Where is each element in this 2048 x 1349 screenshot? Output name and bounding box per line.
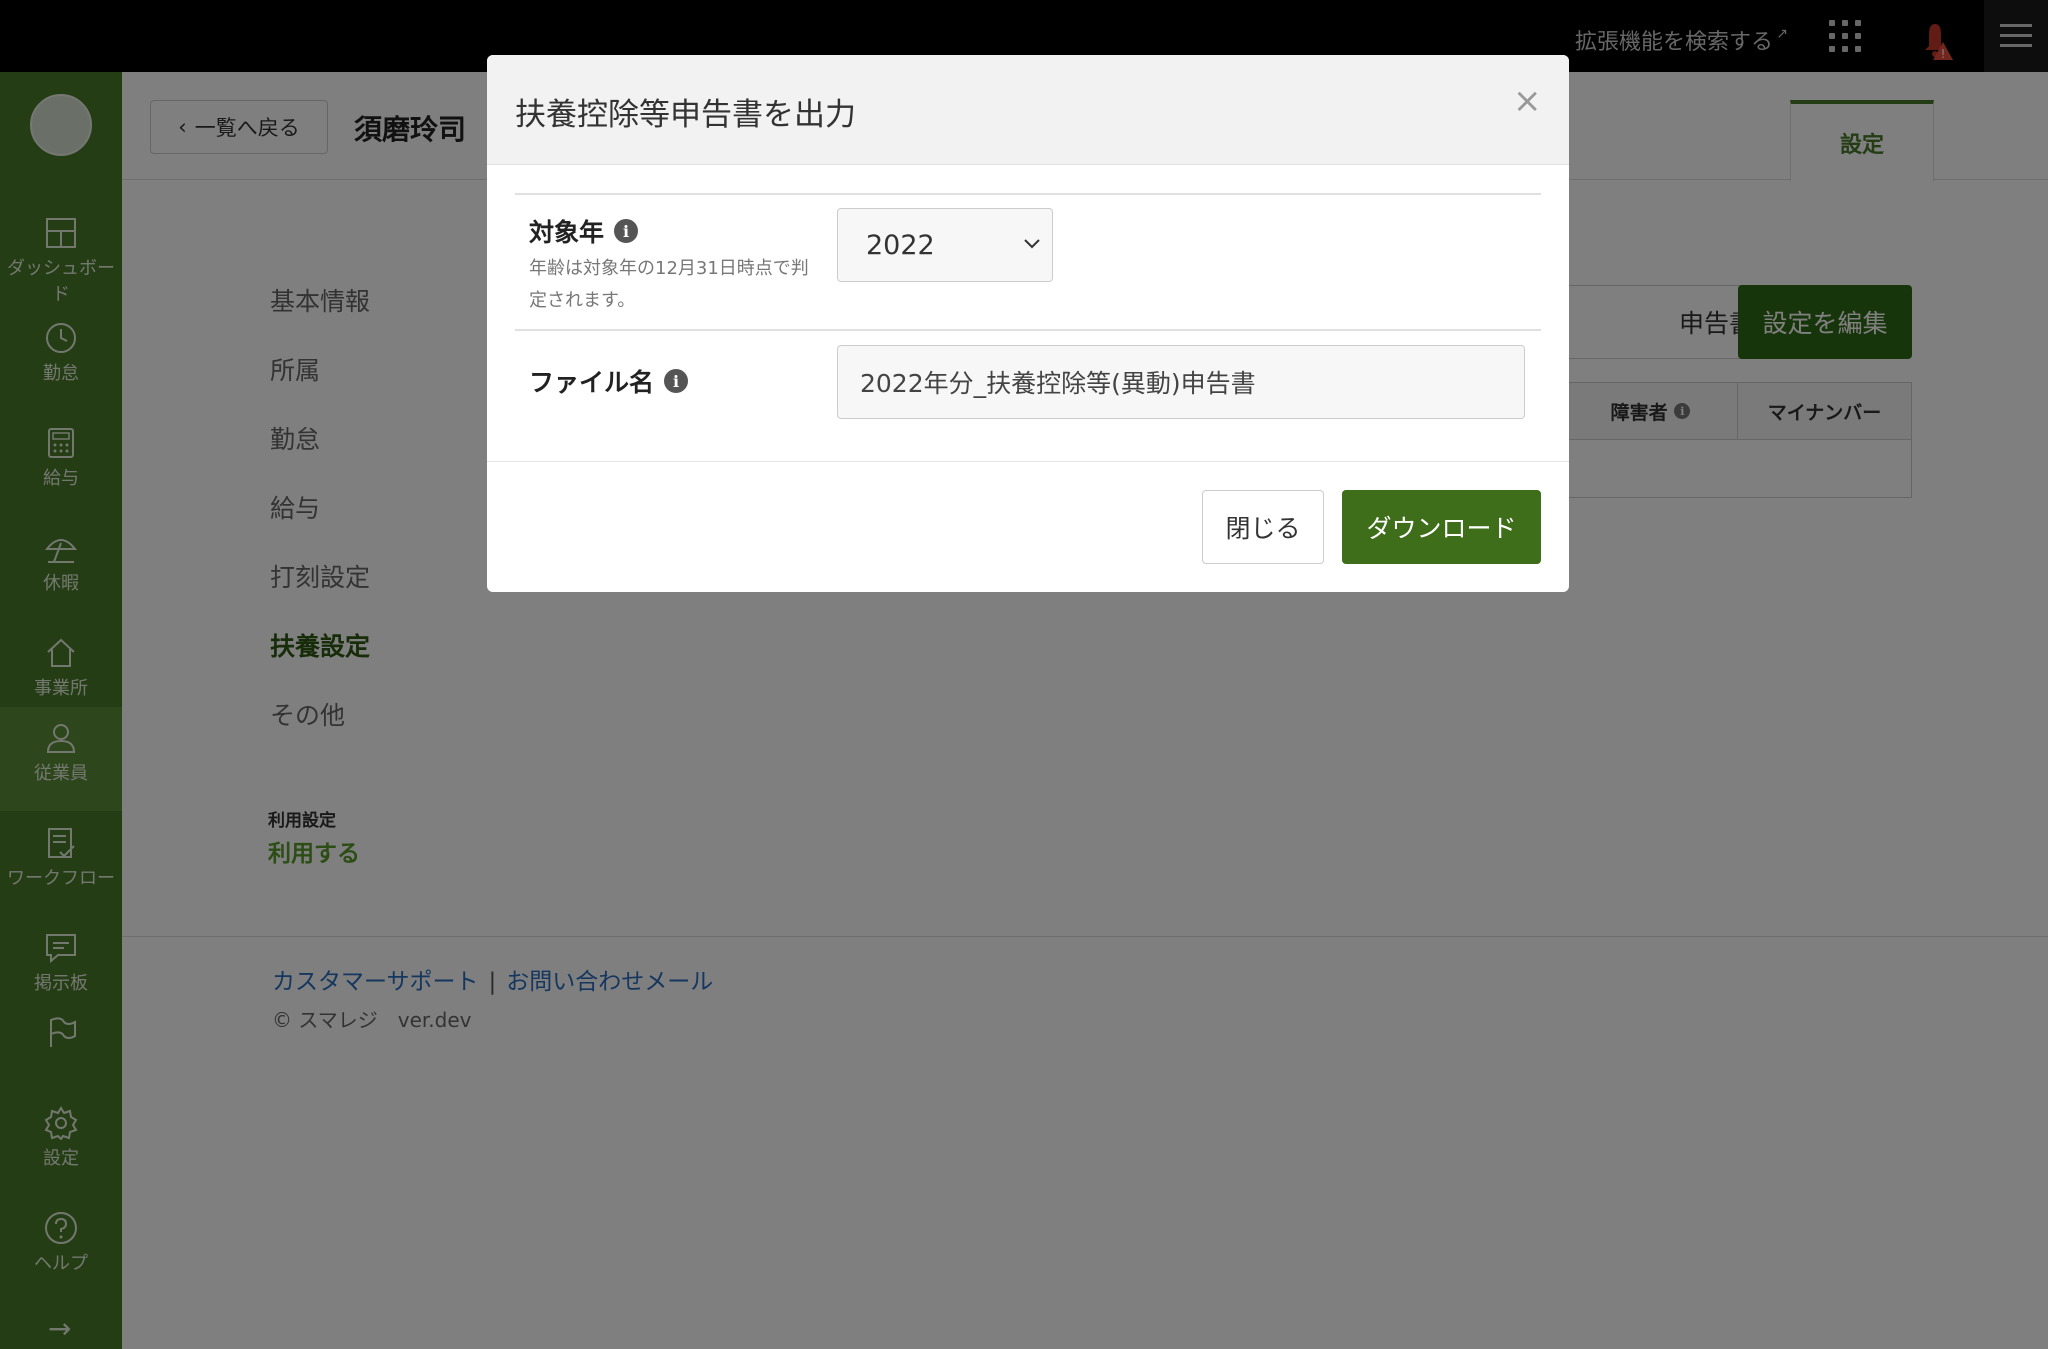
chevron-down-icon — [1024, 239, 1040, 249]
info-icon[interactable]: i — [614, 219, 639, 243]
divider — [515, 193, 1541, 195]
target-year-label: 対象年 i — [529, 213, 639, 249]
export-dialog: 扶養控除等申告書を出力 × 対象年 i 年齢は対象年の12月31日時点で判定され… — [487, 55, 1569, 592]
close-icon[interactable]: × — [1513, 81, 1542, 121]
dialog-header: 扶養控除等申告書を出力 × — [487, 55, 1569, 165]
info-icon[interactable]: i — [664, 369, 689, 393]
target-year-hint: 年齢は対象年の12月31日時点で判定されます。 — [529, 258, 809, 311]
dialog-footer-divider — [487, 461, 1569, 462]
download-button[interactable]: ダウンロード — [1342, 490, 1541, 564]
dialog-title: 扶養控除等申告書を出力 — [515, 97, 856, 133]
target-year-select[interactable]: 2022 — [837, 208, 1053, 282]
divider — [515, 329, 1541, 331]
close-button[interactable]: 閉じる — [1202, 490, 1324, 564]
filename-label: ファイル名 i — [529, 363, 689, 399]
filename-input[interactable]: 2022年分_扶養控除等(異動)申告書 — [837, 345, 1525, 419]
